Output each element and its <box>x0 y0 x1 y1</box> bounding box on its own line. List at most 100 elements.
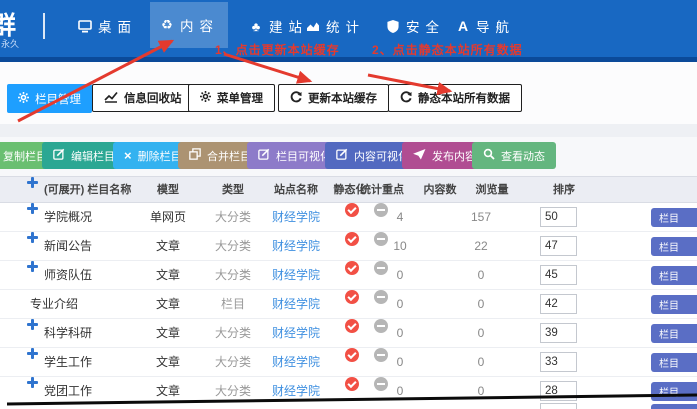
row-action-button[interactable]: 栏目 <box>651 266 697 285</box>
line-chart-icon <box>104 91 118 106</box>
sort-input[interactable] <box>540 323 577 343</box>
column-name-cell: 师资队伍 <box>44 261 92 290</box>
row-action-button[interactable]: 栏目 <box>651 237 697 256</box>
partial-row-action-button <box>651 404 697 409</box>
header-sort: 排序 <box>553 177 575 204</box>
static-enabled-icon[interactable] <box>345 261 359 275</box>
expand-plus-icon[interactable] <box>27 203 38 214</box>
logo-subtitle: 永久 <box>1 37 19 50</box>
expand-plus-icon[interactable] <box>27 319 38 330</box>
row-action-button[interactable]: 栏目 <box>651 353 697 372</box>
type-cell: 大分类 <box>210 261 256 290</box>
info-recycle-button[interactable]: 信息回收站 <box>92 84 194 112</box>
shield-icon <box>385 18 401 34</box>
column-manage-button[interactable]: 栏目管理 <box>7 84 92 113</box>
static-enabled-icon[interactable] <box>345 348 359 362</box>
expand-plus-icon[interactable] <box>27 377 38 388</box>
header-column-name: (可展开) 栏目名称 <box>44 177 131 204</box>
type-cell: 大分类 <box>210 348 256 377</box>
merge-column-label: 合并栏目 <box>207 148 251 164</box>
info-recycle-label: 信息回收站 <box>124 90 182 106</box>
views-cell: 0 <box>462 261 500 290</box>
edit-icon <box>53 148 65 163</box>
table-row: 专业介绍 文章 栏目 财经学院 0 0 栏目 <box>0 290 697 319</box>
sort-input[interactable] <box>540 352 577 372</box>
static-enabled-icon[interactable] <box>345 203 359 217</box>
delete-column-label: 删除栏目 <box>138 148 182 164</box>
nav-item-desktop[interactable]: 桌面 <box>77 16 137 36</box>
column-name-cell: 新闻公告 <box>44 232 92 261</box>
views-cell: 157 <box>462 203 500 232</box>
partial-sort-input <box>540 403 577 409</box>
row-action-button[interactable]: 栏目 <box>651 324 697 343</box>
sort-input[interactable] <box>540 236 577 256</box>
model-cell: 单网页 <box>146 203 190 232</box>
site-link[interactable]: 财经学院 <box>272 348 320 377</box>
table-row: 新闻公告 文章 大分类 财经学院 10 22 栏目 <box>0 232 697 261</box>
header-views: 浏览量 <box>470 177 514 204</box>
site-link[interactable]: 财经学院 <box>272 232 320 261</box>
expand-plus-icon <box>27 177 38 188</box>
static-all-label: 静态本站所有数据 <box>418 90 510 106</box>
nav-item-security[interactable]: 安全 <box>385 16 445 36</box>
expand-plus-icon[interactable] <box>27 232 38 243</box>
recycle-icon: ♻ <box>159 17 175 33</box>
nav-item-site-build[interactable]: ♣ 建站 <box>248 16 308 36</box>
sort-input[interactable] <box>540 294 577 314</box>
model-cell: 文章 <box>146 348 190 377</box>
expand-plus-icon[interactable] <box>27 261 38 272</box>
nav-label-statistics: 统计 <box>326 16 365 36</box>
refresh-icon <box>290 91 302 106</box>
row-action-button[interactable]: 栏目 <box>651 208 697 227</box>
table-header: (可展开) 栏目名称 模型 类型 站点名称 静态化 统计重点 内容数 浏览量 排… <box>0 176 697 203</box>
nav-label-content: 内容 <box>180 15 219 35</box>
menu-manage-label: 菜单管理 <box>217 90 263 106</box>
update-cache-label: 更新本站缓存 <box>308 90 377 106</box>
nav-label-navigation: 导航 <box>476 16 515 36</box>
sort-input[interactable] <box>540 207 577 227</box>
column-name-cell: 科学科研 <box>44 319 92 348</box>
site-link[interactable]: 财经学院 <box>272 319 320 348</box>
static-enabled-icon[interactable] <box>345 290 359 304</box>
header-model: 模型 <box>146 177 190 204</box>
view-activity-button[interactable]: 查看动态 <box>472 142 556 169</box>
sort-input[interactable] <box>540 381 577 401</box>
column-name-cell: 学院概况 <box>44 203 92 232</box>
update-cache-button[interactable]: 更新本站缓存 <box>278 84 389 112</box>
header-stat-focus: 统计重点 <box>360 177 404 204</box>
static-enabled-icon[interactable] <box>345 232 359 246</box>
row-action-button[interactable]: 栏目 <box>651 295 697 314</box>
site-link[interactable]: 财经学院 <box>272 290 320 319</box>
static-enabled-icon[interactable] <box>345 319 359 333</box>
nav-label-security: 安全 <box>406 16 445 36</box>
cms-admin-screen: 群 永久 桌面 ♻ 内容 ♣ 建站 统计 安全 <box>0 0 697 409</box>
content-count-cell: 4 <box>386 203 414 232</box>
nav-item-statistics[interactable]: 统计 <box>305 16 365 36</box>
static-all-button[interactable]: 静态本站所有数据 <box>388 84 522 112</box>
sort-input[interactable] <box>540 265 577 285</box>
table-row: 科学科研 文章 大分类 财经学院 0 0 栏目 <box>0 319 697 348</box>
model-cell: 文章 <box>146 290 190 319</box>
site-link[interactable]: 财经学院 <box>272 261 320 290</box>
static-enabled-icon[interactable] <box>345 377 359 391</box>
tree-icon: ♣ <box>248 18 264 34</box>
nav-label-desktop: 桌面 <box>98 16 137 36</box>
search-icon <box>483 148 495 163</box>
table-row: 师资队伍 文章 大分类 财经学院 0 0 栏目 <box>0 261 697 290</box>
row-action-button[interactable]: 栏目 <box>651 382 697 401</box>
header-type: 类型 <box>210 177 256 204</box>
nav-item-navigation[interactable]: A 导航 <box>455 16 515 36</box>
chart-icon <box>305 18 321 34</box>
annotation-note-2: 2、点击静态本站所有数据 <box>372 41 523 58</box>
type-cell: 大分类 <box>210 319 256 348</box>
expand-plus-icon[interactable] <box>27 348 38 359</box>
content-count-cell: 0 <box>386 261 414 290</box>
top-navbar: 群 永久 桌面 ♻ 内容 ♣ 建站 统计 安全 <box>0 0 697 57</box>
view-activity-label: 查看动态 <box>501 148 545 164</box>
partial-next-row <box>0 402 697 409</box>
annotation-note-1: 1、点击更新本站缓存 <box>215 41 340 58</box>
nav-label-site-build: 建站 <box>269 16 308 36</box>
menu-manage-button[interactable]: 菜单管理 <box>188 84 275 112</box>
site-link[interactable]: 财经学院 <box>272 203 320 232</box>
gear-icon <box>18 92 29 106</box>
